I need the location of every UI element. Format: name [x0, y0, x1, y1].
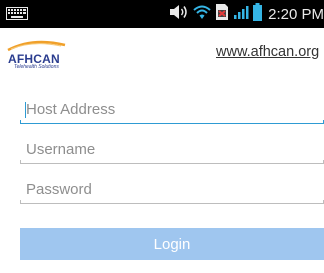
username-placeholder: Username: [26, 141, 96, 158]
volume-icon: [169, 4, 189, 25]
status-clock: 2:20 PM: [268, 5, 324, 23]
password-input[interactable]: Password: [20, 180, 324, 204]
website-link[interactable]: www.afhcan.org: [216, 44, 319, 60]
status-bar: 2:20 PM: [0, 0, 324, 28]
sim-card-icon: [215, 3, 229, 26]
wifi-icon: [193, 4, 211, 25]
keyboard-icon: [6, 7, 28, 20]
password-placeholder: Password: [26, 181, 92, 198]
username-input[interactable]: Username: [20, 140, 324, 164]
host-address-placeholder: Host Address: [26, 101, 116, 118]
signal-icon: [233, 4, 249, 25]
app-screen: AFHCAN Telehealth Solutions www.afhcan.o…: [0, 28, 324, 273]
afhcan-logo: AFHCAN Telehealth Solutions: [3, 36, 83, 70]
login-button[interactable]: Login: [20, 228, 324, 260]
battery-icon: [253, 2, 263, 26]
logo-tagline: Telehealth Solutions: [14, 64, 59, 70]
host-address-input[interactable]: Host Address: [20, 100, 324, 124]
